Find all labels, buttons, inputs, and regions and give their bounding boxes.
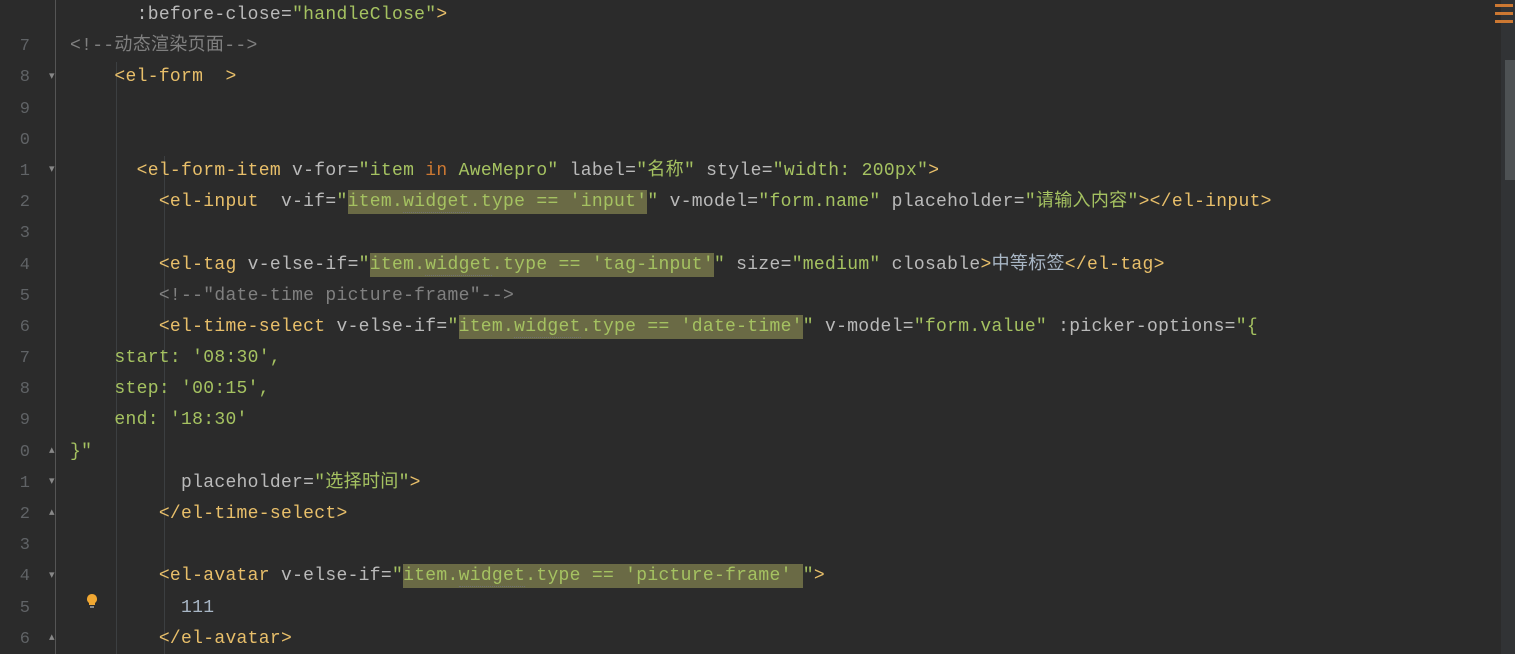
- code-line: <el-input v-if="item.widget.type == 'inp…: [70, 187, 1515, 218]
- line-number: 3: [0, 218, 30, 249]
- code-line: </el-avatar>: [70, 624, 1515, 654]
- scrollbar-thumb[interactable]: [1505, 60, 1515, 180]
- code-line: <el-avatar v-else-if="item.widget.type =…: [70, 561, 1515, 592]
- code-line: placeholder="选择时间">: [70, 468, 1515, 499]
- code-line: <el-tag v-else-if="item.widget.type == '…: [70, 250, 1515, 281]
- fold-toggle[interactable]: ▴: [49, 445, 63, 459]
- code-line: [70, 94, 1515, 125]
- code-line: [70, 530, 1515, 561]
- line-number: 6: [0, 312, 30, 343]
- code-line: <!--"date-time picture-frame"-->: [70, 281, 1515, 312]
- code-line: <!--动态渲染页面-->: [70, 31, 1515, 62]
- code-line: <el-form >: [70, 62, 1515, 93]
- line-number: 2: [0, 187, 30, 218]
- line-number: 5: [0, 281, 30, 312]
- line-number: 9: [0, 94, 30, 125]
- line-number: 8: [0, 62, 30, 93]
- code-line: <el-time-select v-else-if="item.widget.t…: [70, 312, 1515, 343]
- line-number: 1: [0, 468, 30, 499]
- scrollbar-mark: [1495, 4, 1513, 7]
- line-number: 8: [0, 374, 30, 405]
- scrollbar-mark: [1495, 12, 1513, 15]
- fold-toggle[interactable]: ▴: [49, 507, 63, 521]
- line-number: 0: [0, 437, 30, 468]
- code-line: start: '08:30',: [70, 343, 1515, 374]
- code-line: step: '00:15',: [70, 374, 1515, 405]
- fold-toggle[interactable]: ▴: [49, 632, 63, 646]
- line-number: 7: [0, 343, 30, 374]
- scrollbar-mark: [1495, 20, 1513, 23]
- scrollbar-track[interactable]: [1501, 0, 1515, 654]
- line-number: 0: [0, 125, 30, 156]
- code-line: [70, 218, 1515, 249]
- code-line: </el-time-select>: [70, 499, 1515, 530]
- code-editor[interactable]: 7 8 9 0 1 2 3 4 5 6 7 8 9 0 1 2 3 4 5 6 …: [0, 0, 1515, 654]
- code-line: :before-close="handleClose">: [70, 0, 1515, 31]
- line-number: 4: [0, 250, 30, 281]
- lightbulb-icon[interactable]: [84, 593, 100, 609]
- code-line: 111: [70, 593, 1515, 624]
- code-line: end: '18:30': [70, 405, 1515, 436]
- line-number-gutter: 7 8 9 0 1 2 3 4 5 6 7 8 9 0 1 2 3 4 5 6: [0, 0, 48, 654]
- code-line: }": [70, 437, 1515, 468]
- fold-toggle[interactable]: ▾: [49, 476, 63, 490]
- line-number: 7: [0, 31, 30, 62]
- line-number: 5: [0, 593, 30, 624]
- line-number: 3: [0, 530, 30, 561]
- code-line: [70, 125, 1515, 156]
- line-number: 6: [0, 624, 30, 654]
- fold-toggle[interactable]: ▾: [49, 570, 63, 584]
- line-number: 9: [0, 405, 30, 436]
- fold-toggle[interactable]: ▾: [49, 71, 63, 85]
- line-number: 1: [0, 156, 30, 187]
- code-area[interactable]: :before-close="handleClose"> <!--动态渲染页面-…: [70, 0, 1515, 654]
- line-number: [0, 0, 30, 31]
- fold-column: ▾ ▾ ▴ ▾ ▴ ▾ ▴: [48, 0, 70, 654]
- fold-toggle[interactable]: ▾: [49, 164, 63, 178]
- line-number: 4: [0, 561, 30, 592]
- line-number: 2: [0, 499, 30, 530]
- code-line: <el-form-item v-for="item in AweMepro" l…: [70, 156, 1515, 187]
